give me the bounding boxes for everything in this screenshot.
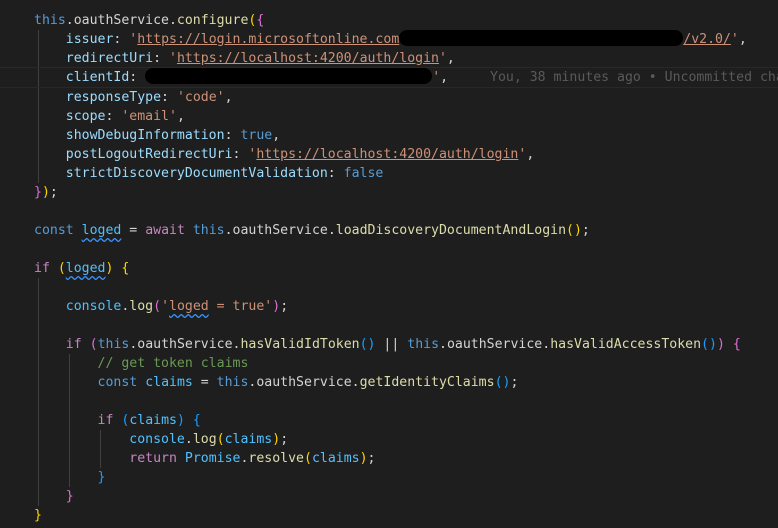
code-line <box>0 316 778 335</box>
code-line: // get token claims <box>0 354 778 373</box>
code-line: postLogoutRedirectUri: 'https://localhos… <box>0 145 778 164</box>
code-editor[interactable]: this.oauthService.configure({ issuer: 'h… <box>0 0 778 528</box>
code-line: const loged = await this.oauthService.lo… <box>34 223 590 238</box>
redacted-client-id <box>145 68 433 84</box>
code-line: strictDiscoveryDocumentValidation: false <box>0 164 778 183</box>
code-line: }); <box>34 185 58 200</box>
code-line: if (claims) { <box>0 411 778 430</box>
code-line: if (this.oauthService.hasValidIdToken() … <box>0 335 778 354</box>
code-line: scope: 'email', <box>0 107 778 126</box>
code-line: responseType: 'code', <box>0 88 778 107</box>
code-line-current: clientId: ', You, 38 minutes ago • Uncom… <box>0 67 778 88</box>
code-line: return Promise.resolve(claims); <box>0 449 778 468</box>
code-line <box>0 392 778 411</box>
code-line: showDebugInformation: true, <box>0 126 778 145</box>
code-line: } <box>0 487 778 506</box>
code-line: console.log('loged = true'); <box>0 297 778 316</box>
code-line: issuer: 'https://login.microsoftonline.c… <box>0 30 778 49</box>
git-blame-annotation: You, 38 minutes ago • Uncommitted char <box>490 70 778 85</box>
code-line: this.oauthService.configure({ <box>34 13 265 28</box>
code-line: console.log(claims); <box>0 430 778 449</box>
code-line: if (loged) { <box>34 261 130 276</box>
redacted-issuer <box>399 30 684 46</box>
code-line: } <box>0 468 778 487</box>
code-line: const claims = this.oauthService.getIden… <box>0 373 778 392</box>
code-line: } <box>34 508 42 523</box>
code-line: redirectUri: 'https://localhost:4200/aut… <box>0 49 778 68</box>
code-line <box>0 278 778 297</box>
